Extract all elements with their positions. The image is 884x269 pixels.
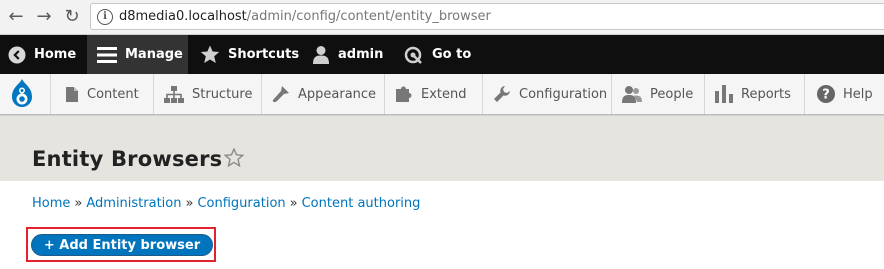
star-icon: [200, 45, 220, 63]
toolbar-shortcuts[interactable]: Shortcuts: [200, 35, 300, 74]
admin-tray: Content Structure Appearance Extend Conf…: [0, 74, 884, 115]
breadcrumb-administration[interactable]: Administration: [86, 196, 181, 211]
tray-item-people[interactable]: People: [612, 74, 705, 114]
drupal-logo-icon[interactable]: [4, 78, 40, 112]
tray-item-appearance[interactable]: Appearance: [262, 74, 385, 114]
wrench-icon: [494, 86, 510, 102]
tray-item-label: Help: [843, 86, 873, 102]
tray-item-label: Structure: [192, 86, 253, 102]
breadcrumb-separator: »: [289, 196, 298, 211]
toolbar-user-label: admin: [338, 47, 384, 62]
file-icon: [66, 86, 78, 102]
page-title: Entity Browsers: [32, 147, 223, 171]
url-text: d8media0.localhost/admin/config/content/…: [119, 9, 491, 24]
help-icon: ?: [817, 85, 835, 103]
toolbar-home-label: Home: [34, 47, 77, 62]
tray-item-reports[interactable]: Reports: [705, 74, 805, 114]
reload-icon[interactable]: ↻: [62, 6, 82, 28]
goto-icon: [404, 46, 422, 64]
breadcrumb-home[interactable]: Home: [32, 196, 70, 211]
tray-item-extend[interactable]: Extend: [385, 74, 483, 114]
add-entity-browser-button[interactable]: + Add Entity browser: [31, 234, 213, 256]
tray-item-label: Reports: [741, 86, 791, 102]
tray-item-structure[interactable]: Structure: [154, 74, 262, 114]
back-arrow-icon[interactable]: ←: [6, 6, 26, 28]
toolbar-manage-label: Manage: [125, 47, 183, 62]
sitemap-icon: [164, 85, 184, 103]
breadcrumb-content-authoring[interactable]: Content authoring: [302, 196, 421, 211]
tray-item-label: Extend: [421, 86, 467, 102]
tray-item-label: Content: [87, 86, 139, 102]
tray-item-label: Appearance: [298, 86, 377, 102]
user-icon: [313, 46, 329, 64]
breadcrumb-separator: »: [74, 196, 83, 211]
puzzle-icon: [396, 86, 412, 102]
toolbar-home[interactable]: Home: [8, 35, 86, 74]
toolbar-manage[interactable]: Manage: [87, 35, 188, 74]
url-host: d8media0.localhost: [119, 9, 247, 24]
hamburger-icon: [97, 46, 117, 63]
breadcrumb-configuration[interactable]: Configuration: [197, 196, 285, 211]
forward-arrow-icon[interactable]: →: [34, 6, 54, 28]
info-icon[interactable]: i: [97, 9, 113, 25]
page-header: Entity Browsers: [0, 115, 884, 181]
bar-chart-icon: [715, 85, 733, 103]
people-icon: [622, 86, 642, 103]
tray-item-label: People: [650, 86, 694, 102]
breadcrumb: Home» Administration» Configuration» Conten…: [32, 196, 420, 211]
shortcut-star-icon[interactable]: [224, 148, 244, 167]
paintbrush-icon: [272, 86, 289, 103]
toolbar-goto-label: Go to: [432, 47, 472, 62]
tray-item-label: Configuration: [519, 86, 608, 102]
admin-toolbar: Home Manage Shortcuts admin Go to: [0, 35, 884, 74]
toolbar-goto[interactable]: Go to: [404, 35, 484, 74]
breadcrumb-separator: »: [185, 196, 194, 211]
address-bar[interactable]: i d8media0.localhost/admin/config/conten…: [90, 3, 884, 30]
back-circle-icon: [8, 46, 26, 63]
tray-item-help[interactable]: ? Help: [805, 74, 884, 114]
tray-item-content[interactable]: Content: [51, 74, 154, 114]
tray-item-configuration[interactable]: Configuration: [483, 74, 612, 114]
toolbar-user[interactable]: admin: [312, 35, 392, 74]
toolbar-shortcuts-label: Shortcuts: [228, 47, 300, 62]
url-path: /admin/config/content/entity_browser: [246, 9, 491, 24]
svg-text:?: ?: [822, 88, 830, 103]
browser-bar: ← → ↻ i d8media0.localhost/admin/config/…: [0, 0, 884, 35]
